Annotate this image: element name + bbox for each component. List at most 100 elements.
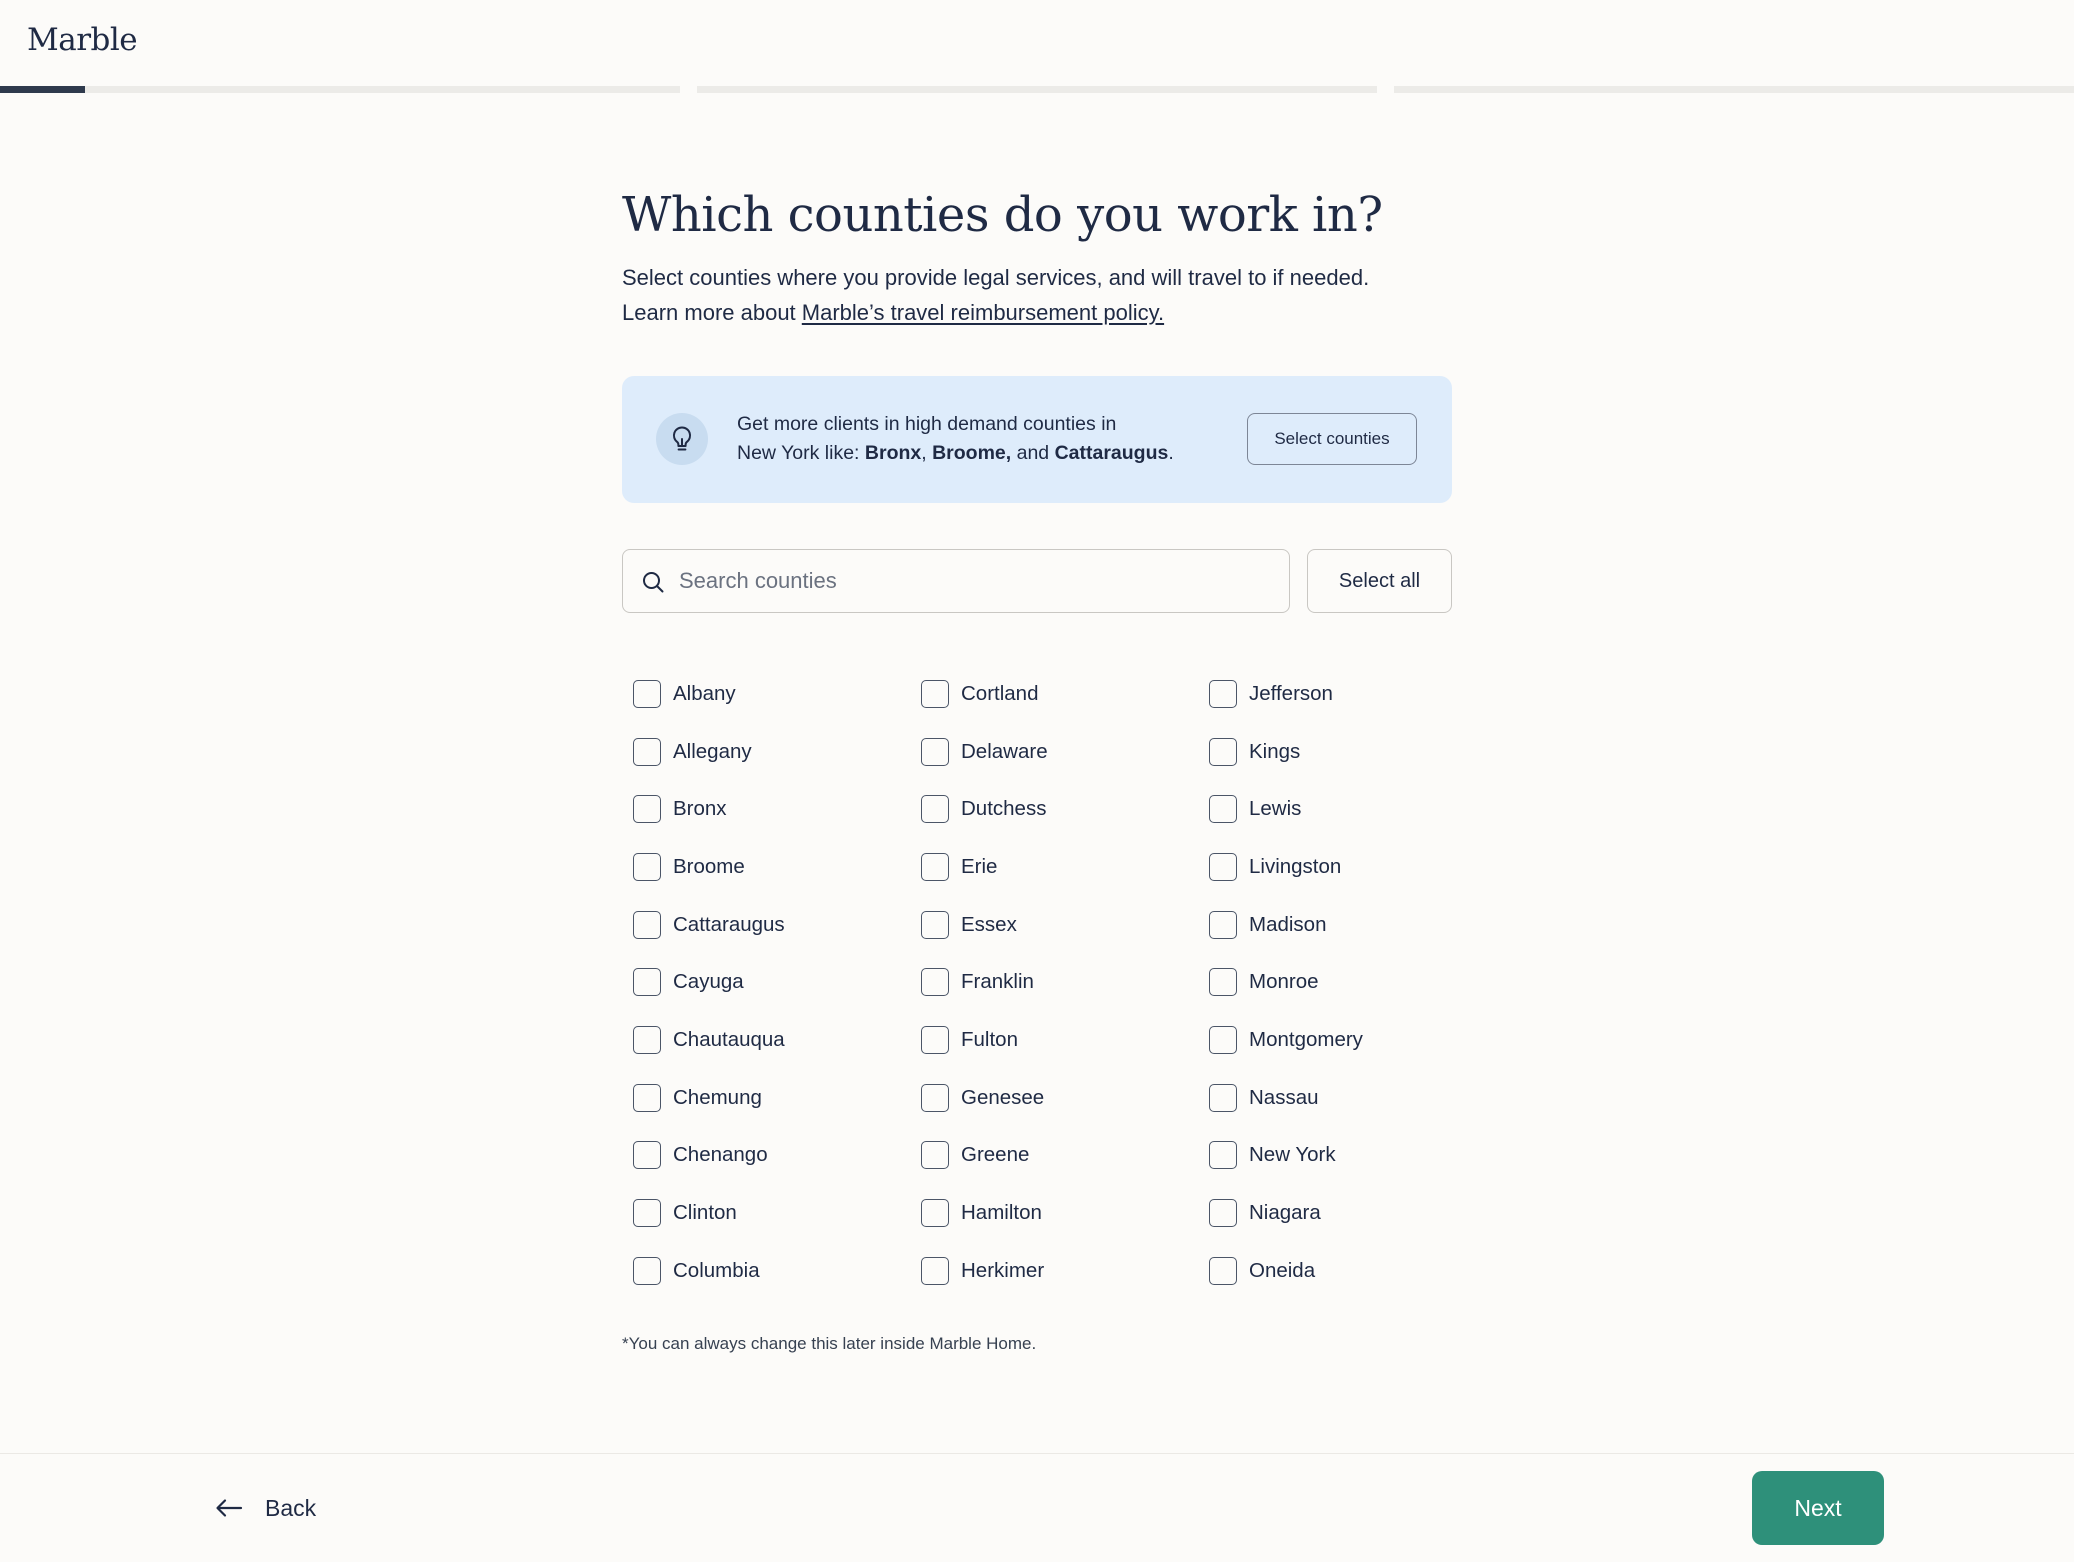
county-option[interactable]: Albany (622, 665, 910, 723)
county-label: Chenango (673, 1143, 768, 1167)
main-content: Which counties do you work in? Select co… (622, 180, 1452, 1354)
county-option[interactable]: Niagara (1198, 1184, 1452, 1242)
county-label: Montgomery (1249, 1027, 1363, 1051)
county-checkbox[interactable] (633, 795, 661, 824)
search-box[interactable] (622, 549, 1290, 613)
select-counties-button[interactable]: Select counties (1247, 413, 1417, 465)
high-demand-tip-banner: Get more clients in high demand counties… (622, 376, 1452, 503)
county-option[interactable]: Herkimer (910, 1242, 1198, 1300)
county-option[interactable]: Erie (910, 838, 1198, 896)
county-option[interactable]: Cayuga (622, 953, 910, 1011)
county-checkbox[interactable] (1209, 852, 1237, 881)
county-checkbox[interactable] (921, 1083, 949, 1112)
county-checkbox[interactable] (921, 795, 949, 824)
county-option[interactable]: Chautauqua (622, 1011, 910, 1069)
county-option[interactable]: Bronx (622, 780, 910, 838)
county-checkbox[interactable] (921, 852, 949, 881)
county-option[interactable]: Genesee (910, 1069, 1198, 1127)
county-label: Madison (1249, 912, 1327, 936)
county-option[interactable]: Essex (910, 896, 1198, 954)
county-label: Erie (961, 854, 998, 878)
county-label: Hamilton (961, 1201, 1042, 1225)
travel-policy-link[interactable]: Marble’s travel reimbursement policy. (802, 300, 1164, 325)
county-checkbox[interactable] (921, 737, 949, 766)
county-checkbox[interactable] (921, 1025, 949, 1054)
county-checkbox[interactable] (633, 1256, 661, 1285)
county-checkbox[interactable] (1209, 1199, 1237, 1228)
progress-step-1 (0, 86, 680, 93)
county-option[interactable]: Greene (910, 1127, 1198, 1185)
county-option[interactable]: Fulton (910, 1011, 1198, 1069)
county-option[interactable]: Madison (1198, 896, 1452, 954)
county-label: Fulton (961, 1027, 1018, 1051)
county-label: Clinton (673, 1201, 737, 1225)
county-checkbox[interactable] (921, 679, 949, 708)
county-checkbox[interactable] (921, 1256, 949, 1285)
county-checkbox[interactable] (633, 1083, 661, 1112)
county-label: Nassau (1249, 1085, 1319, 1109)
page-title: Which counties do you work in? (622, 187, 1383, 243)
county-option[interactable]: Nassau (1198, 1069, 1452, 1127)
county-option[interactable]: Delaware (910, 723, 1198, 781)
county-checkbox[interactable] (921, 910, 949, 939)
search-input[interactable] (679, 550, 1279, 611)
county-label: Chautauqua (673, 1027, 785, 1051)
footnote: *You can always change this later inside… (622, 1333, 1037, 1353)
county-checkbox[interactable] (1209, 968, 1237, 997)
county-label: Essex (961, 912, 1017, 936)
county-checkbox[interactable] (1209, 1141, 1237, 1170)
page-subtitle: Select counties where you provide legal … (622, 260, 1452, 330)
county-option[interactable]: Lewis (1198, 780, 1452, 838)
county-label: Broome (673, 854, 745, 878)
county-option[interactable]: Cortland (910, 665, 1198, 723)
county-checkbox[interactable] (921, 1141, 949, 1170)
county-option[interactable]: Columbia (622, 1242, 910, 1300)
county-checkbox[interactable] (1209, 1256, 1237, 1285)
county-option[interactable]: Oneida (1198, 1242, 1452, 1300)
county-checkbox[interactable] (1209, 795, 1237, 824)
county-checkbox[interactable] (633, 737, 661, 766)
county-checkbox[interactable] (633, 968, 661, 997)
county-option[interactable]: Kings (1198, 723, 1452, 781)
county-checkbox[interactable] (1209, 1083, 1237, 1112)
county-option[interactable]: Chemung (622, 1069, 910, 1127)
county-checkbox[interactable] (1209, 1025, 1237, 1054)
county-checkbox[interactable] (633, 910, 661, 939)
county-checkbox[interactable] (633, 1199, 661, 1228)
county-option[interactable]: Dutchess (910, 780, 1198, 838)
county-option[interactable]: Montgomery (1198, 1011, 1452, 1069)
county-label: Monroe (1249, 970, 1319, 994)
marble-logo[interactable]: Marble (27, 22, 138, 58)
county-checkbox[interactable] (1209, 737, 1237, 766)
county-option[interactable]: Chenango (622, 1127, 910, 1185)
county-checkbox[interactable] (633, 679, 661, 708)
county-option[interactable]: Livingston (1198, 838, 1452, 896)
county-option[interactable]: Monroe (1198, 953, 1452, 1011)
county-label: Delaware (961, 739, 1048, 763)
county-label: Franklin (961, 970, 1034, 994)
county-checkbox[interactable] (1209, 679, 1237, 708)
county-checkbox-list: Albany Allegany Bronx Broome Cattaraugus Cayu… (622, 665, 1452, 1300)
county-option[interactable]: Broome (622, 838, 910, 896)
county-option[interactable]: Clinton (622, 1184, 910, 1242)
county-checkbox[interactable] (921, 968, 949, 997)
county-checkbox[interactable] (1209, 910, 1237, 939)
county-checkbox[interactable] (921, 1199, 949, 1228)
progress-step-2 (697, 86, 1377, 93)
next-button[interactable]: Next (1752, 1471, 1884, 1545)
tip-separator-2: and (1011, 442, 1055, 464)
county-label: Dutchess (961, 797, 1047, 821)
county-option[interactable]: Cattaraugus (622, 896, 910, 954)
county-option[interactable]: Franklin (910, 953, 1198, 1011)
county-label: Niagara (1249, 1201, 1321, 1225)
county-option[interactable]: Allegany (622, 723, 910, 781)
county-option[interactable]: Hamilton (910, 1184, 1198, 1242)
select-all-button[interactable]: Select all (1307, 549, 1452, 613)
county-option[interactable]: New York (1198, 1127, 1452, 1185)
county-checkbox[interactable] (633, 852, 661, 881)
tip-text: Get more clients in high demand counties… (737, 410, 1177, 468)
county-option[interactable]: Jefferson (1198, 665, 1452, 723)
back-button[interactable]: Back (215, 1486, 316, 1530)
county-checkbox[interactable] (633, 1141, 661, 1170)
county-checkbox[interactable] (633, 1025, 661, 1054)
